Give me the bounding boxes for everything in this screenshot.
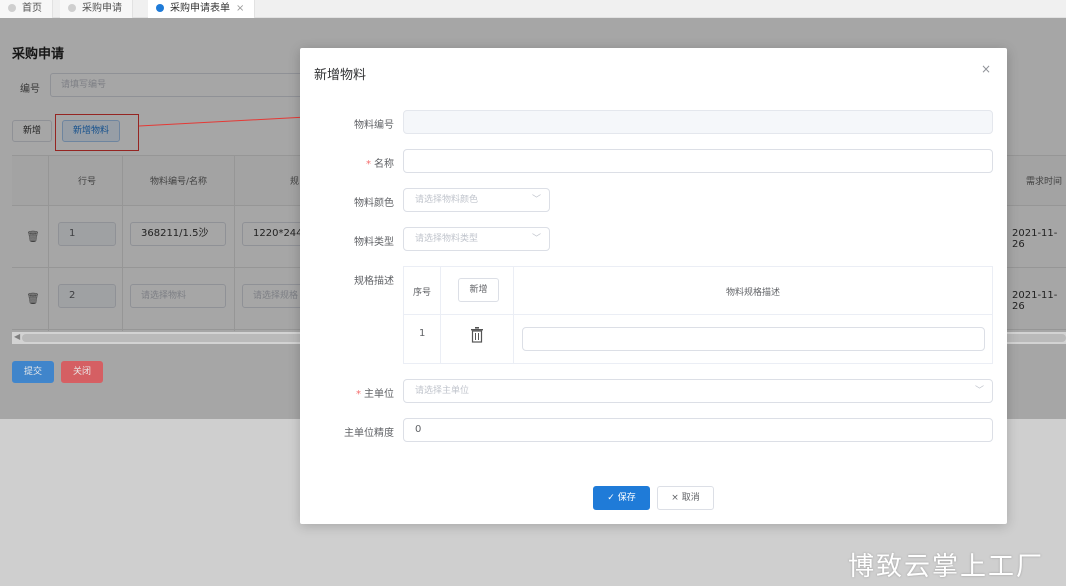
material-type-select[interactable]: 请选择物料类型 ﹀ bbox=[403, 227, 550, 251]
name-input[interactable] bbox=[403, 149, 993, 173]
name-label: * 名称 bbox=[366, 159, 394, 170]
watermark: 博致云掌上工厂 bbox=[848, 552, 1045, 582]
material-type-label: 物料类型 bbox=[354, 237, 394, 248]
unit-precision-label: 主单位精度 bbox=[344, 428, 394, 439]
tab-label: 采购申请 bbox=[82, 3, 122, 14]
close-icon[interactable]: × bbox=[981, 62, 991, 76]
close-button[interactable]: 关闭 bbox=[61, 361, 103, 383]
cancel-button[interactable]: × 取消 bbox=[657, 486, 714, 510]
spec-row-index: 1 bbox=[419, 328, 426, 339]
close-icon[interactable]: × bbox=[236, 3, 244, 14]
spec-col-index: 序号 bbox=[413, 288, 432, 298]
chevron-down-icon: ﹀ bbox=[974, 386, 984, 396]
chevron-down-icon: ﹀ bbox=[531, 195, 541, 205]
tab-bar: 首页 采购申请 采购申请表单 × bbox=[0, 0, 1066, 18]
tab-home[interactable]: 首页 bbox=[0, 0, 53, 18]
spec-table-divider bbox=[440, 267, 441, 363]
material-color-select[interactable]: 请选择物料颜色 ﹀ bbox=[403, 188, 550, 212]
tab-dot-icon bbox=[8, 4, 16, 12]
tab-dot-icon bbox=[68, 4, 76, 12]
trash-icon[interactable] bbox=[470, 327, 484, 343]
main-unit-select[interactable]: 请选择主单位 ﹀ bbox=[403, 379, 993, 403]
material-color-label: 物料颜色 bbox=[354, 198, 394, 209]
chevron-left-icon[interactable]: ◀ bbox=[14, 332, 20, 341]
tab-purchase-request-form[interactable]: 采购申请表单 × bbox=[148, 0, 256, 18]
spec-add-button[interactable]: 新增 bbox=[458, 278, 499, 302]
spec-description-input[interactable] bbox=[522, 327, 985, 351]
save-button[interactable]: ✓ 保存 bbox=[593, 486, 650, 510]
spec-table-divider bbox=[513, 267, 514, 363]
add-material-dialog: 新增物料 × 物料编号 * 名称 物料颜色 请选择物料颜色 ﹀ 物料类型 请选择物料… bbox=[300, 48, 1007, 524]
spec-table: 序号 新增 物料规格描述 1 bbox=[403, 266, 993, 364]
tab-dot-icon bbox=[156, 4, 164, 12]
unit-precision-input[interactable]: 0 bbox=[403, 418, 993, 442]
spec-col-description: 物料规格描述 bbox=[726, 288, 781, 298]
tab-label: 首页 bbox=[22, 3, 42, 14]
submit-button[interactable]: 提交 bbox=[12, 361, 54, 383]
main-unit-label: * 主单位 bbox=[356, 389, 394, 400]
spec-description-label: 规格描述 bbox=[354, 276, 394, 287]
dialog-title: 新增物料 bbox=[314, 68, 367, 83]
tab-label: 采购申请表单 bbox=[170, 3, 230, 14]
material-code-input bbox=[403, 110, 993, 134]
required-mark: * bbox=[356, 389, 361, 400]
tab-purchase-request[interactable]: 采购申请 bbox=[60, 0, 133, 18]
material-code-label: 物料编号 bbox=[354, 120, 394, 131]
chevron-down-icon: ﹀ bbox=[531, 234, 541, 244]
required-mark: * bbox=[366, 159, 371, 170]
